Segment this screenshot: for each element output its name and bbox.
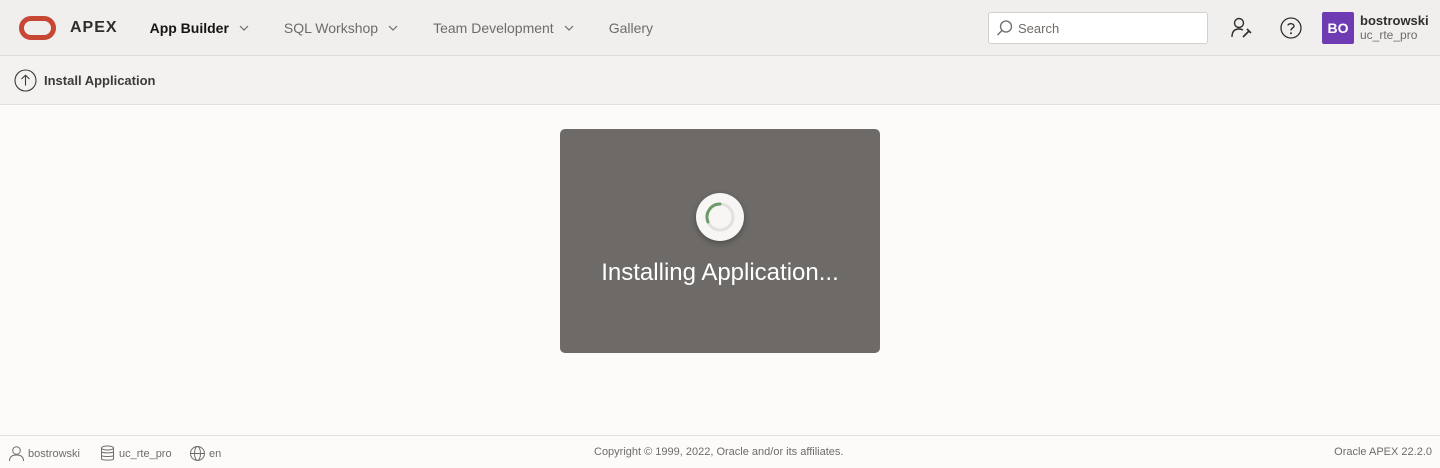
version-text: Oracle APEX 22.2.0 (1334, 446, 1432, 458)
footer-user-label: bostrowski (28, 447, 80, 460)
top-navigation-bar: APEX App Builder SQL Workshop Team Devel… (0, 0, 1440, 56)
footer-language-label: en (209, 447, 222, 460)
chevron-down-icon (564, 25, 574, 31)
administration-icon[interactable] (1230, 16, 1254, 40)
main-nav: App Builder SQL Workshop Team Developmen… (150, 0, 687, 56)
spinner-icon (705, 202, 735, 232)
apex-logo[interactable]: APEX (19, 0, 118, 56)
page-header: Install Application (0, 56, 1440, 105)
page-title: Install Application (44, 72, 156, 88)
nav-team-development[interactable]: Team Development (433, 0, 575, 56)
user-workspace: uc_rte_pro (1360, 28, 1418, 42)
chevron-down-icon (388, 25, 398, 31)
footer-language[interactable]: en (189, 445, 221, 462)
nav-gallery[interactable]: Gallery (609, 0, 653, 56)
nav-team-development-label: Team Development (433, 19, 554, 36)
footer: bostrowski uc_rte_pro en Copyright © 199… (0, 435, 1440, 468)
avatar: BO (1322, 12, 1354, 44)
loading-dialog: Installing Application... (560, 129, 880, 353)
nav-app-builder[interactable]: App Builder (150, 0, 250, 56)
footer-workspace-label: uc_rte_pro (119, 447, 172, 460)
nav-app-builder-label: App Builder (149, 19, 229, 36)
nav-sql-workshop-label: SQL Workshop (283, 19, 379, 36)
chevron-down-icon (239, 25, 249, 31)
footer-workspace[interactable]: uc_rte_pro (99, 445, 172, 462)
upload-icon (14, 68, 37, 92)
copyright-text: Copyright © 1999, 2022, Oracle and/or it… (594, 446, 844, 458)
footer-user[interactable]: bostrowski (8, 445, 80, 462)
oracle-logo-icon (19, 15, 56, 40)
nav-sql-workshop[interactable]: SQL Workshop (284, 0, 399, 56)
search-icon (997, 20, 1013, 36)
database-icon (101, 445, 114, 461)
user-icon (9, 446, 24, 462)
globe-icon (190, 446, 205, 461)
help-icon[interactable] (1279, 16, 1303, 40)
user-menu[interactable]: BO bostrowski uc_rte_pro (1322, 12, 1429, 44)
brand-name: APEX (70, 18, 118, 36)
search-input[interactable] (1018, 20, 1198, 36)
user-name: bostrowski (1360, 13, 1429, 28)
search-box (988, 12, 1208, 44)
nav-gallery-label: Gallery (608, 19, 654, 36)
loading-message: Installing Application... (601, 259, 839, 286)
loading-spinner (696, 193, 744, 241)
